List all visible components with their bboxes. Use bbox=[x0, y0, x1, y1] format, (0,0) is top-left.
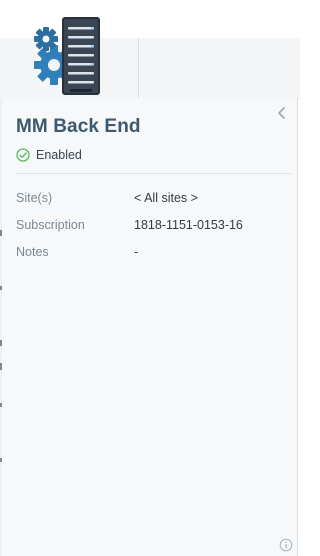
entity-tile-empty[interactable] bbox=[139, 38, 299, 98]
sites-value: < All sites > bbox=[134, 191, 198, 205]
status-indicator: Enabled bbox=[16, 147, 82, 163]
app-window: MM Back End Enabled Site(s) < All sites … bbox=[0, 0, 300, 556]
notes-label: Notes bbox=[16, 245, 49, 259]
chevron-left-icon[interactable] bbox=[275, 106, 289, 120]
subscription-label: Subscription bbox=[16, 218, 85, 232]
page-title: MM Back End bbox=[16, 116, 141, 137]
notes-value: - bbox=[134, 245, 139, 259]
detail-row-sites: Site(s) < All sites > bbox=[16, 190, 291, 206]
status-label: Enabled bbox=[36, 148, 82, 162]
sites-label: Site(s) bbox=[16, 191, 53, 205]
detail-row-subscription: Subscription 1818-1151-0153-16 bbox=[16, 217, 291, 233]
info-icon[interactable] bbox=[279, 538, 293, 552]
detail-row-notes: Notes - bbox=[16, 244, 291, 260]
server-gears-icon bbox=[32, 15, 108, 97]
subscription-value: 1818-1151-0153-16 bbox=[134, 218, 243, 232]
divider bbox=[16, 173, 291, 174]
check-circle-icon bbox=[16, 148, 30, 162]
details-panel: MM Back End Enabled Site(s) < All sites … bbox=[2, 98, 298, 556]
